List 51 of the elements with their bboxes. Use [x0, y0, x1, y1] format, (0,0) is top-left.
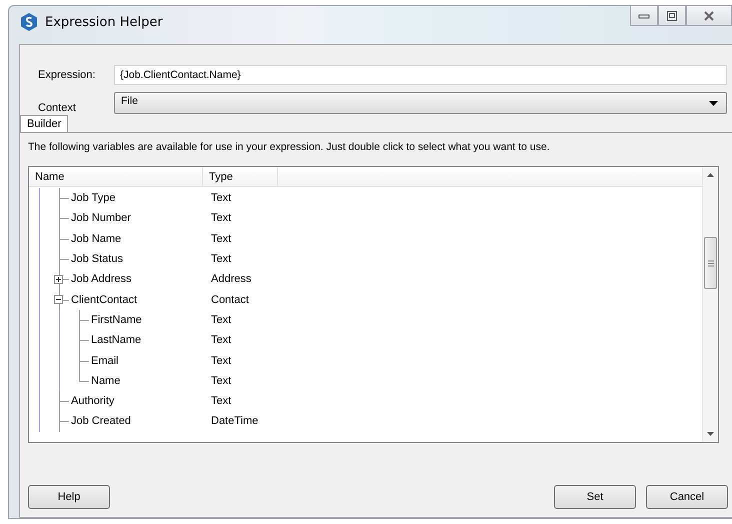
tab[interactable]: Builder: [20, 115, 68, 132]
field-label: Context: [38, 102, 77, 114]
type-cell: Text: [211, 253, 232, 266]
expander-icon[interactable]: [54, 295, 63, 304]
tree-item[interactable]: Job Type: [69, 192, 211, 204]
tree-item[interactable]: ClientContact: [69, 294, 211, 306]
type-cell: Text: [211, 314, 232, 326]
maximize-button[interactable]: [658, 6, 686, 26]
expression-field[interactable]: {Job.ClientContact.Name}: [114, 65, 727, 85]
tree-item[interactable]: Job Created: [69, 415, 211, 428]
column-header[interactable]: Type: [203, 167, 278, 186]
type-cell: Address: [211, 273, 252, 286]
help-button[interactable]: Help: [28, 485, 110, 509]
type-cell: DateTime: [211, 415, 258, 428]
tree-item[interactable]: Job Status: [69, 253, 211, 266]
scrollbar[interactable]: [702, 167, 718, 442]
tree-item[interactable]: FirstName: [89, 314, 211, 326]
minimize-icon: [638, 12, 650, 20]
tree-item[interactable]: Job Number: [69, 212, 211, 224]
type-cell: Text: [211, 354, 232, 367]
column-header[interactable]: Name: [29, 167, 203, 186]
maximize-icon: [666, 10, 678, 22]
expander-icon[interactable]: [54, 274, 63, 284]
dropdown-value: File: [121, 94, 138, 106]
field-label: Expression:: [38, 69, 96, 81]
tree-item[interactable]: Job Name: [69, 232, 211, 245]
tree-item[interactable]: Email: [89, 354, 211, 367]
type-cell: Contact: [211, 294, 249, 306]
dialog-button[interactable]: Cancel: [646, 485, 728, 509]
type-cell: Text: [211, 334, 232, 346]
type-cell: Text: [211, 212, 232, 224]
window-title: Expression Helper: [45, 14, 163, 30]
close-button[interactable]: [686, 6, 732, 26]
caret-icon: [709, 100, 718, 106]
context-dropdown[interactable]: File: [114, 92, 727, 114]
tree-item[interactable]: Authority: [69, 395, 211, 408]
app-icon: [21, 13, 37, 31]
description-text: The following variables are available for use in your expression. Just double click to select what you want to use.: [28, 141, 551, 153]
scroll-up-icon[interactable]: [707, 173, 714, 177]
type-cell: Text: [211, 395, 232, 408]
scroll-thumb[interactable]: [704, 237, 717, 289]
dialog-button[interactable]: Set: [554, 485, 636, 509]
scroll-down-icon[interactable]: [707, 432, 714, 436]
minimize-button[interactable]: [630, 6, 658, 26]
close-icon: [703, 10, 715, 22]
type-cell: Text: [211, 374, 232, 387]
tree-item[interactable]: LastName: [89, 334, 211, 346]
type-cell: Text: [211, 232, 232, 245]
tree-item[interactable]: Name: [89, 374, 211, 387]
tree-item[interactable]: Job Address: [69, 273, 211, 286]
type-cell: Text: [211, 192, 232, 204]
